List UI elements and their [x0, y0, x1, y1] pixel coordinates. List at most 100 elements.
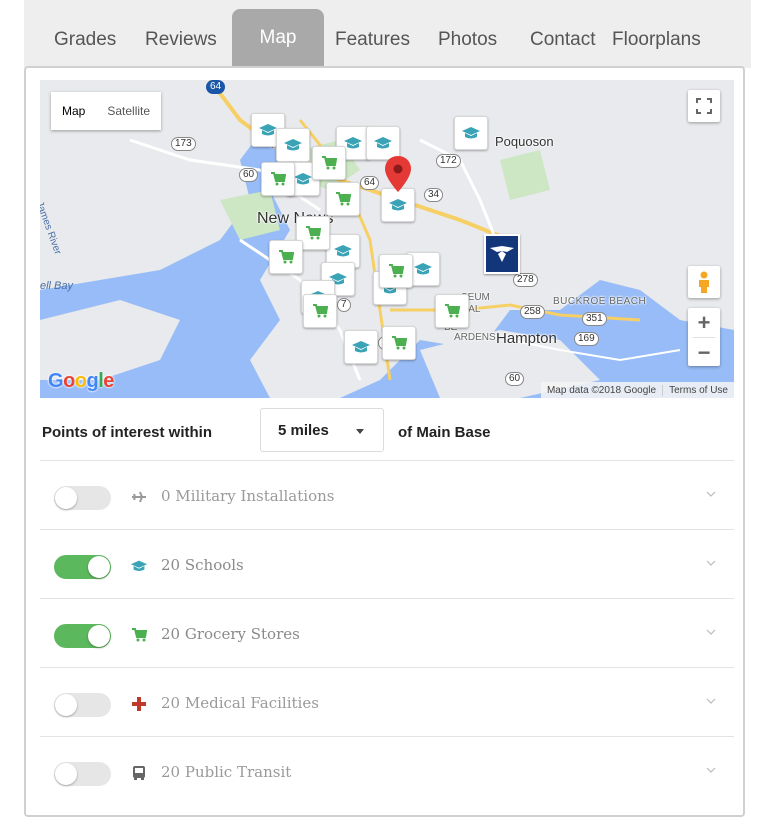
poi-toggle-schools[interactable]	[54, 555, 111, 579]
distance-select[interactable]: 5 miles	[260, 408, 384, 452]
map-label-buckroe: BUCKROE BEACH	[553, 296, 647, 307]
map-view[interactable]: Poquoson New News Hampton BUCKROE BEACH …	[40, 80, 734, 398]
tab-floorplans[interactable]: Floorplans	[612, 28, 701, 52]
map-data-credit: Map data ©2018 Google	[546, 384, 657, 396]
tab-grades[interactable]: Grades	[54, 28, 116, 52]
chevron-down-icon[interactable]	[706, 767, 716, 773]
map-type-map-button[interactable]: Map	[51, 92, 96, 130]
map-type-satellite-button[interactable]: Satellite	[96, 92, 161, 130]
map-label-hampton: Hampton	[496, 330, 557, 347]
poi-toggle-medical[interactable]	[54, 693, 111, 717]
poi-label-transit: 20 Public Transit	[161, 763, 292, 781]
school-pin[interactable]	[344, 330, 378, 364]
school-pin[interactable]	[276, 128, 310, 162]
distance-select-value: 5 miles	[278, 422, 329, 439]
tab-features[interactable]: Features	[335, 28, 410, 52]
chevron-down-icon[interactable]	[706, 629, 716, 635]
map-label-poquoson: Poquoson	[495, 134, 554, 149]
route-shield: 258	[520, 305, 545, 319]
poi-row-schools[interactable]: 20 Schools	[40, 529, 734, 598]
route-shield: 351	[582, 312, 607, 326]
graduation-cap-icon	[259, 124, 277, 136]
poi-toggle-transit[interactable]	[54, 762, 111, 786]
map-attribution: Map data ©2018 Google Terms of Use	[540, 382, 734, 398]
route-shield: 169	[574, 332, 599, 346]
shopping-cart-icon	[392, 336, 407, 350]
school-pin[interactable]	[381, 188, 415, 222]
poi-row-medical[interactable]: 20 Medical Facilities	[40, 667, 734, 736]
graduation-cap-icon	[389, 199, 407, 211]
graduation-cap-icon	[294, 173, 312, 185]
street-view-button[interactable]	[688, 266, 720, 298]
poi-toggle-military[interactable]	[54, 486, 111, 510]
route-shield: 64	[206, 80, 226, 94]
route-shield: 172	[436, 154, 461, 168]
map-label-bay: ell Bay	[40, 280, 74, 292]
poi-label-military: 0 Military Installations	[161, 487, 335, 505]
shopping-cart-icon	[306, 226, 321, 240]
shopping-cart-icon	[313, 304, 328, 318]
toggle-knob	[88, 556, 110, 578]
chevron-down-icon[interactable]	[706, 698, 716, 704]
graduation-cap-icon	[130, 557, 148, 575]
chevron-down-icon[interactable]	[706, 560, 716, 566]
poi-row-transit[interactable]: 20 Public Transit	[40, 736, 734, 805]
grocery-pin[interactable]	[303, 294, 337, 328]
graduation-cap-icon	[284, 139, 302, 151]
map-label-gardens: ARDENS	[454, 332, 496, 343]
fullscreen-icon	[696, 98, 712, 114]
zoom-out-button[interactable]: −	[688, 338, 720, 367]
graduation-cap-icon	[414, 263, 432, 275]
air-force-wings-icon	[490, 246, 514, 262]
toggle-knob	[55, 763, 77, 785]
school-pin[interactable]	[454, 116, 488, 150]
grocery-pin[interactable]	[269, 240, 303, 274]
medical-cross-icon	[130, 695, 148, 713]
shopping-cart-icon	[389, 264, 404, 278]
toggle-knob	[88, 625, 110, 647]
fullscreen-button[interactable]	[688, 90, 720, 122]
shopping-cart-icon	[271, 172, 286, 186]
zoom-control: + −	[688, 308, 720, 366]
poi-row-military[interactable]: 0 Military Installations	[40, 460, 734, 529]
grocery-pin[interactable]	[261, 162, 295, 196]
zoom-in-button[interactable]: +	[688, 308, 720, 337]
google-logo: Google	[48, 370, 114, 392]
shopping-cart-icon	[445, 304, 460, 318]
tab-bar: Grades Reviews Map Features Photos Conta…	[24, 0, 751, 68]
grocery-pin[interactable]	[326, 182, 360, 216]
graduation-cap-icon	[374, 137, 392, 149]
location-marker-icon[interactable]	[385, 156, 411, 192]
chevron-down-icon[interactable]	[706, 491, 716, 497]
poi-label-medical: 20 Medical Facilities	[161, 694, 319, 712]
poi-label-schools: 20 Schools	[161, 556, 244, 574]
grocery-pin[interactable]	[312, 146, 346, 180]
poi-toggle-grocery[interactable]	[54, 624, 111, 648]
tab-photos[interactable]: Photos	[438, 28, 497, 52]
route-shield: 64	[360, 176, 380, 190]
terms-of-use-link[interactable]: Terms of Use	[662, 384, 734, 396]
graduation-cap-icon	[462, 127, 480, 139]
poi-filter-suffix: of Main Base	[398, 424, 491, 441]
grocery-pin[interactable]	[382, 326, 416, 360]
caret-down-icon	[356, 429, 364, 434]
route-shield: 60	[505, 372, 525, 386]
toggle-knob	[55, 694, 77, 716]
poi-row-grocery[interactable]: 20 Grocery Stores	[40, 598, 734, 667]
tab-contact[interactable]: Contact	[530, 28, 595, 52]
shopping-cart-icon	[279, 250, 294, 264]
tab-reviews[interactable]: Reviews	[145, 28, 217, 52]
poi-filter-label: Points of interest within	[42, 424, 213, 441]
poi-label-grocery: 20 Grocery Stores	[161, 625, 300, 643]
school-pin[interactable]	[366, 126, 400, 160]
poi-filter-row: Points of interest within 5 miles of Mai…	[40, 406, 734, 462]
grocery-pin[interactable]	[435, 294, 469, 328]
pegman-icon	[699, 271, 709, 293]
route-shield: 34	[424, 188, 444, 202]
graduation-cap-icon	[334, 245, 352, 257]
route-shield: 173	[171, 137, 196, 151]
toggle-knob	[55, 487, 77, 509]
tab-map[interactable]: Map	[232, 9, 324, 68]
grocery-pin[interactable]	[379, 254, 413, 288]
air-force-base-marker[interactable]	[484, 234, 520, 274]
